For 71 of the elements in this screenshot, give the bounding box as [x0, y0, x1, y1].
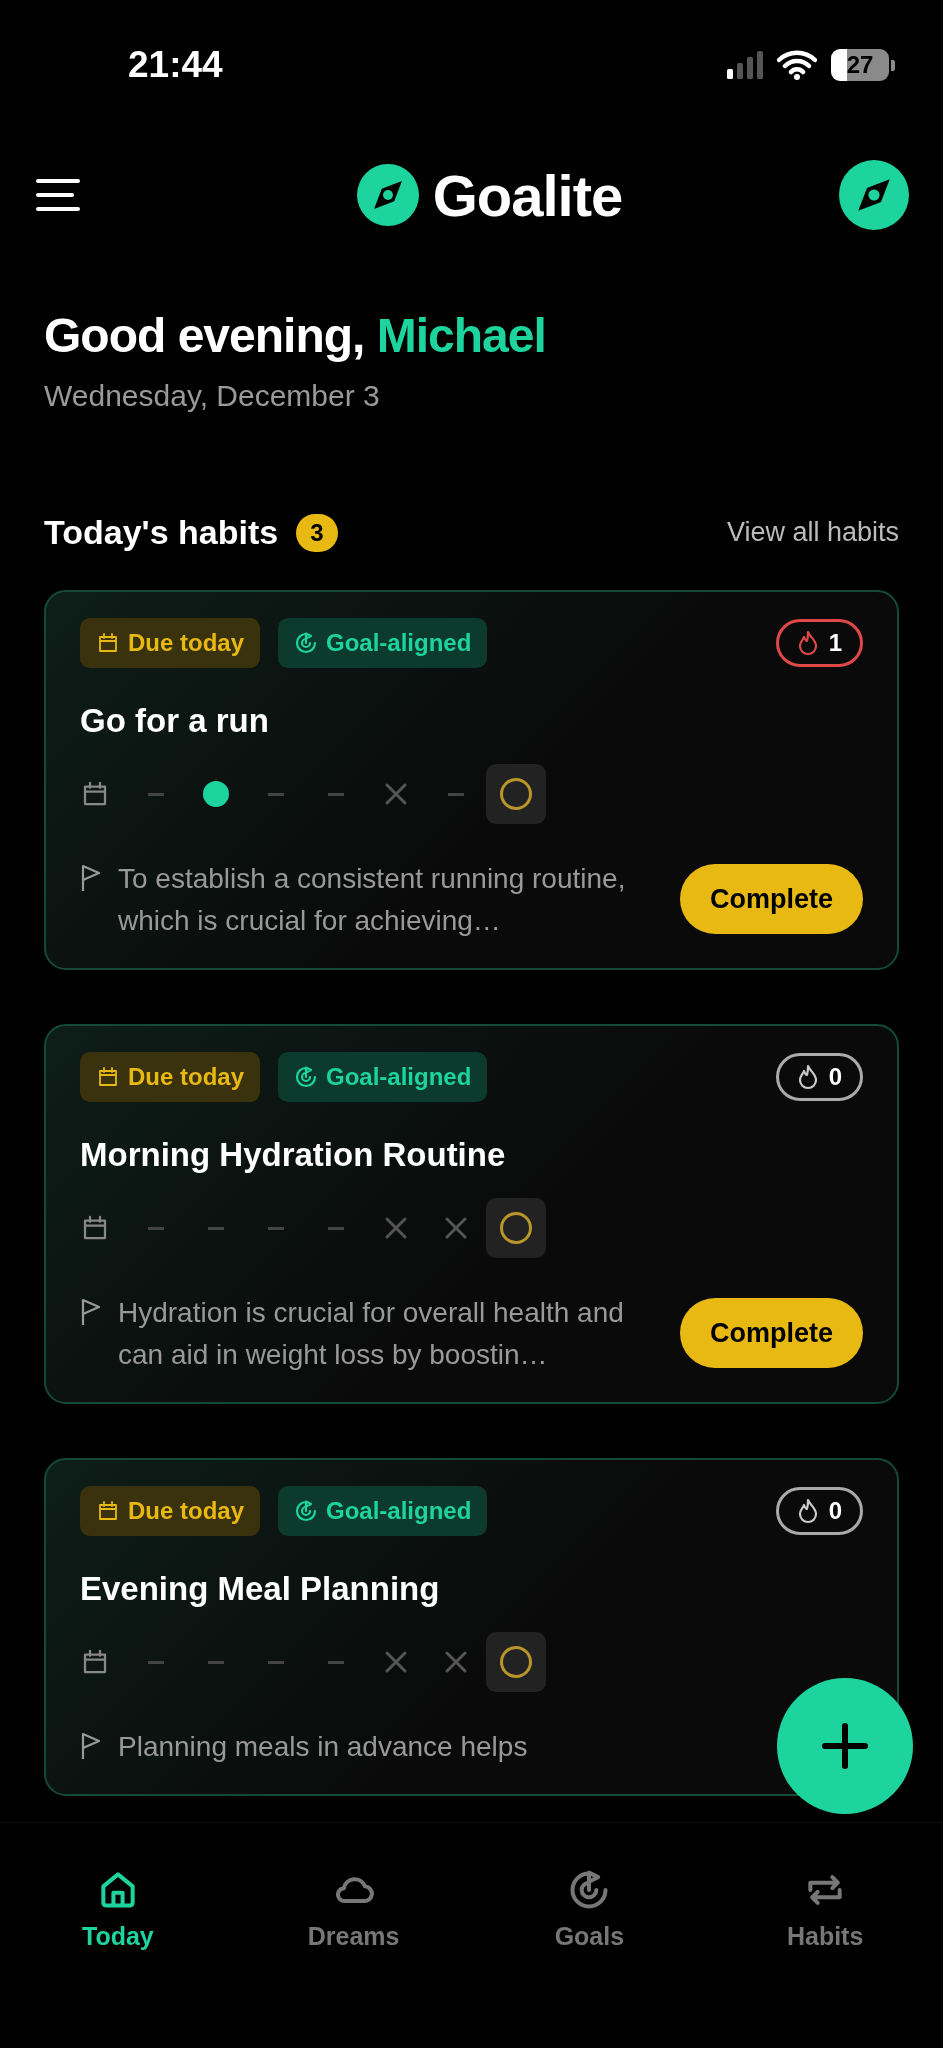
date-text: Wednesday, December 3 [44, 379, 381, 413]
cross-icon [444, 1650, 468, 1674]
plus-icon [821, 1722, 869, 1770]
goal-tag: Goal-aligned [278, 618, 488, 668]
dash-mark [328, 1660, 344, 1664]
streak-badge: 1 [775, 619, 863, 667]
due-tag: Due today [80, 1052, 260, 1102]
complete-button[interactable]: Complete [679, 1298, 863, 1368]
calendar-icon [96, 1065, 120, 1089]
status-time: 21:44 [128, 44, 223, 86]
habit-description: To establish a consistent running routine, which is crucial for achieving… [118, 862, 627, 938]
nav-tab[interactable]: Today [27, 1867, 208, 2048]
habit-title: Go for a run [80, 702, 270, 740]
habit-description: Hydration is crucial for overall health and can aid in weight loss by boostin… [118, 1296, 625, 1372]
streak-badge: 0 [775, 1053, 863, 1101]
dash-mark [448, 792, 464, 796]
dash-mark [268, 1660, 284, 1664]
flame-icon [796, 1498, 819, 1524]
nav-tab[interactable]: Dreams [263, 1867, 444, 2048]
dash-mark [148, 792, 164, 796]
cross-icon [384, 782, 408, 806]
complete-button[interactable]: Complete [679, 864, 863, 934]
section-title: Today's habits [44, 513, 279, 552]
dash-mark [268, 1226, 284, 1230]
target-icon [294, 1499, 318, 1523]
today-marker[interactable] [486, 1632, 546, 1692]
habit-card[interactable]: Due today Goal-aligned 0 Evening Meal Planning Planning meals in advance helps [44, 1458, 899, 1796]
cross-icon [384, 1650, 408, 1674]
cross-icon [384, 1216, 408, 1240]
nav-tab[interactable]: Goals [499, 1867, 680, 2048]
dash-mark [208, 1660, 224, 1664]
dash-mark [328, 1226, 344, 1230]
dash-mark [148, 1660, 164, 1664]
habit-card[interactable]: Due today Goal-aligned 0 Morning Hydration Routine Hydration is crucial for overall health and can aid in weight loss by boostin… Complete [44, 1024, 899, 1404]
profile-button[interactable] [839, 160, 909, 230]
compass-icon [839, 160, 909, 230]
today-marker[interactable] [486, 764, 546, 824]
view-all-link[interactable]: View all habits [726, 517, 899, 548]
habit-description: Planning meals in advance helps [118, 1730, 528, 1764]
cross-icon [444, 1216, 468, 1240]
dash-mark [208, 1226, 224, 1230]
target-icon [294, 1065, 318, 1089]
calendar-icon [96, 631, 120, 655]
due-tag: Due today [80, 1486, 260, 1536]
app-title: Goalite [432, 161, 623, 229]
greeting: Good evening, Michael [44, 308, 547, 363]
due-tag: Due today [80, 618, 260, 668]
streak-badge: 0 [775, 1487, 863, 1535]
wifi-icon [777, 50, 817, 80]
habit-card[interactable]: Due today Goal-aligned 1 Go for a run To establish a consistent running routine, which is crucial for achieving… Complete [44, 590, 899, 970]
habit-title: Evening Meal Planning [80, 1570, 441, 1608]
done-dot [203, 781, 229, 807]
goal-tag: Goal-aligned [278, 1052, 488, 1102]
menu-icon[interactable] [36, 178, 80, 212]
dash-mark [148, 1226, 164, 1230]
today-marker[interactable] [486, 1198, 546, 1258]
nav-tab[interactable]: Habits [735, 1867, 916, 2048]
calendar-icon [96, 1499, 120, 1523]
dash-mark [268, 792, 284, 796]
flame-icon [796, 630, 819, 656]
habit-title: Morning Hydration Routine [80, 1136, 507, 1174]
flag-icon [80, 1298, 102, 1326]
signal-icon [727, 51, 763, 79]
flame-icon [796, 1064, 819, 1090]
flag-icon [80, 1732, 102, 1760]
dash-mark [328, 792, 344, 796]
logo-icon [356, 164, 419, 226]
count-badge: 3 [296, 513, 338, 552]
flag-icon [80, 864, 102, 892]
target-icon [294, 631, 318, 655]
goal-tag: Goal-aligned [278, 1486, 488, 1536]
